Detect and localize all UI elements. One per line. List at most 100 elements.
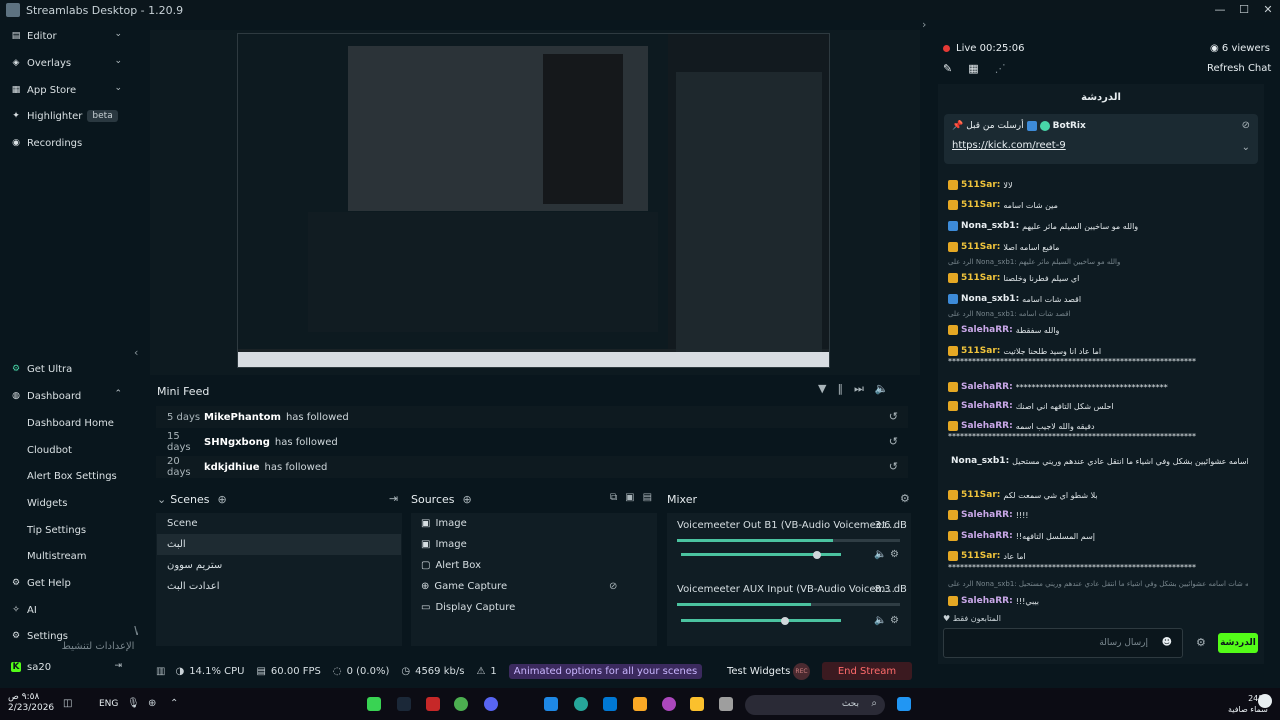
chat-username[interactable]: 511Sar: xyxy=(961,346,1000,356)
sidebar-item-get-ultra[interactable]: ⚙ Get Ultra xyxy=(0,356,138,382)
mixer-settings-icon[interactable]: ⚙ xyxy=(900,492,910,505)
maximize-button[interactable]: ☐ xyxy=(1232,0,1256,20)
windows-start-icon[interactable] xyxy=(897,697,911,711)
mixer-volume-knob[interactable] xyxy=(781,617,789,625)
speaker-icon[interactable]: 🔈 xyxy=(874,549,886,560)
chat-username[interactable]: SalehaRR: xyxy=(961,531,1013,541)
chevron-down-icon[interactable]: ⌄ xyxy=(114,83,122,93)
add-source-icon[interactable]: ⊕ xyxy=(463,493,472,506)
send-chat-button[interactable]: الدردشة xyxy=(1218,633,1258,653)
explorer-taskbar-icon[interactable] xyxy=(633,697,647,711)
sidebar-item-ai[interactable]: ✧ AI xyxy=(0,597,138,623)
chat-username[interactable]: SalehaRR: xyxy=(961,382,1013,392)
repeat-icon[interactable]: ↺ xyxy=(889,460,898,473)
scene-collections-icon[interactable]: ⇥ xyxy=(389,492,398,505)
logout-icon[interactable]: ⇥ xyxy=(114,661,122,671)
end-stream-button[interactable]: End Stream xyxy=(822,662,912,680)
sidebar-item-app-store[interactable]: ▦ App Store ⌄ xyxy=(0,77,138,103)
chat-username[interactable]: 511Sar: xyxy=(961,273,1000,283)
app-taskbar-icon[interactable] xyxy=(426,697,440,711)
source-item[interactable]: ▢ Alert Box xyxy=(411,555,657,576)
chat-username[interactable]: SalehaRR: xyxy=(961,401,1013,411)
test-widgets-button[interactable]: Test Widgets xyxy=(727,666,790,677)
volume-icon[interactable]: 🔈 xyxy=(875,382,889,396)
sidebar-item-recordings[interactable]: ◉ Recordings xyxy=(0,130,138,156)
outlook-taskbar-icon[interactable] xyxy=(544,697,558,711)
refresh-chat-button[interactable]: Refresh Chat xyxy=(1207,63,1271,74)
sidebar-sub-tip-settings[interactable]: Tip Settings xyxy=(0,517,138,543)
alert-icon[interactable]: ⚠ xyxy=(476,666,485,677)
sidebar-item-dashboard[interactable]: ◍ Dashboard ⌃ xyxy=(0,383,138,409)
scene-item-selected[interactable]: البث xyxy=(157,534,401,555)
scene-item[interactable]: Scene xyxy=(157,513,401,534)
chat-username[interactable]: SalehaRR: xyxy=(961,510,1013,520)
clock[interactable]: ٩:٥٨ ص 2/23/2026 xyxy=(8,692,54,714)
sidebar-item-overlays[interactable]: ◈ Overlays ⌄ xyxy=(0,50,138,76)
add-scene-icon[interactable]: ⊕ xyxy=(218,493,227,506)
sidebar-user[interactable]: K sa20 ⇥ xyxy=(0,654,138,680)
scene-item[interactable]: ستريم سوون xyxy=(157,555,401,576)
share-icon[interactable]: ⋰ xyxy=(995,62,1006,75)
expand-chat-icon[interactable]: › xyxy=(922,18,926,31)
sidebar-item-get-help[interactable]: ⚙ Get Help xyxy=(0,570,138,596)
gear-icon[interactable]: ⚙ xyxy=(890,615,899,626)
chat-username[interactable]: Nona_sxb1: xyxy=(961,221,1019,231)
emoji-icon[interactable]: ☻ xyxy=(1162,637,1172,648)
mixer-volume-knob[interactable] xyxy=(813,551,821,559)
add-folder-icon[interactable]: ▤ xyxy=(643,492,652,503)
chevron-down-icon[interactable]: ⌄ xyxy=(157,493,166,506)
stats-chart-icon[interactable]: ▥ xyxy=(156,666,165,677)
edit-icon[interactable]: ✎ xyxy=(943,62,952,75)
pinned-link[interactable]: https://kick.com/reet-9 xyxy=(952,140,1066,151)
source-item[interactable]: ▣ Image xyxy=(411,534,657,555)
store-taskbar-icon[interactable] xyxy=(603,697,617,711)
chat-username[interactable]: 511Sar: xyxy=(961,242,1000,252)
collapse-left-icon[interactable]: ‹ xyxy=(134,346,138,359)
sidebar-item-editor[interactable]: ▤ Editor ⌄ xyxy=(0,23,138,49)
sidebar-sub-alert-box-settings[interactable]: Alert Box Settings xyxy=(0,463,138,489)
skip-icon[interactable]: ⏭ xyxy=(854,382,864,396)
copilot-taskbar-icon[interactable] xyxy=(662,697,676,711)
chevron-up-icon[interactable]: ⌃ xyxy=(114,389,122,399)
notifications-icon[interactable]: ◫ xyxy=(63,698,72,709)
minimize-button[interactable]: — xyxy=(1208,0,1232,20)
sidebar-sub-dashboard-home[interactable]: Dashboard Home xyxy=(0,410,138,436)
unpin-icon[interactable]: ⊘ xyxy=(1242,120,1250,131)
source-item[interactable]: ▣ Image xyxy=(411,513,657,534)
repeat-icon[interactable]: ↺ xyxy=(889,410,898,423)
scene-item[interactable]: اعدادت البث xyxy=(157,576,401,597)
chat-username[interactable]: Nona_sxb1: xyxy=(951,456,1009,466)
chat-settings-icon[interactable]: ⚙ xyxy=(1196,636,1206,649)
chat-username[interactable]: 511Sar: xyxy=(961,200,1000,210)
store-icon[interactable]: ▦ xyxy=(968,62,978,75)
app3-taskbar-icon[interactable] xyxy=(719,697,733,711)
folder-icon[interactable]: ▣ xyxy=(625,492,634,503)
app2-taskbar-icon[interactable] xyxy=(690,697,704,711)
chrome-taskbar-icon[interactable] xyxy=(454,697,468,711)
chat-username[interactable]: 511Sar: xyxy=(961,180,1000,190)
taskbar-search[interactable]: بحث ⌕ xyxy=(745,695,885,715)
source-item[interactable]: ▭ Display Capture xyxy=(411,597,657,618)
chat-username[interactable]: 511Sar: xyxy=(961,551,1000,561)
close-button[interactable]: ✕ xyxy=(1256,0,1280,20)
chat-username[interactable]: SalehaRR: xyxy=(961,421,1013,431)
chevron-down-icon[interactable]: ⌄ xyxy=(114,56,122,66)
chat-username[interactable]: 511Sar: xyxy=(961,490,1000,500)
animated-options-banner[interactable]: Animated options for all your scenes xyxy=(508,663,703,679)
chevron-down-icon[interactable]: ⌄ xyxy=(114,29,122,39)
source-item[interactable]: ⊕ Game Capture ⊘ xyxy=(411,576,657,597)
chat-input[interactable]: إرسال رسالة ☻ xyxy=(943,628,1183,658)
steam-taskbar-icon[interactable] xyxy=(397,697,411,711)
visibility-off-icon[interactable]: ⊘ xyxy=(609,581,617,592)
edge-taskbar-icon[interactable] xyxy=(574,697,588,711)
filter-icon[interactable]: ▼ xyxy=(818,382,826,396)
sidebar-sub-cloudbot[interactable]: Cloudbot xyxy=(0,437,138,463)
mixer-volume-slider[interactable] xyxy=(681,619,841,622)
streamlabs-taskbar-icon[interactable] xyxy=(367,697,381,711)
sidebar-sub-widgets[interactable]: Widgets xyxy=(0,490,138,516)
discord-taskbar-icon[interactable] xyxy=(484,697,498,711)
sidebar-item-highlighter[interactable]: ✦ Highlighter beta xyxy=(0,103,138,129)
chat-username[interactable]: Nona_sxb1: xyxy=(961,294,1019,304)
speaker-icon[interactable]: 🔈 xyxy=(874,615,886,626)
pause-icon[interactable]: ‖ xyxy=(837,382,843,396)
